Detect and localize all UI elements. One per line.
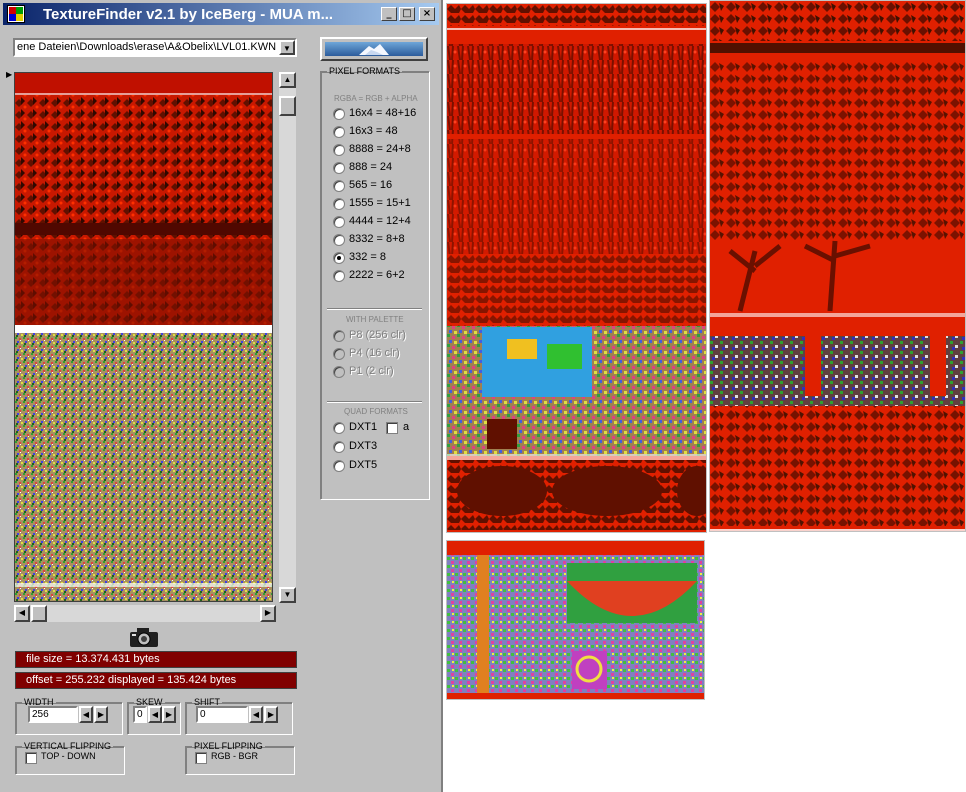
chevron-down-icon[interactable]: ▼ xyxy=(279,40,295,55)
preview-horizontal-scrollbar[interactable]: ◀ ▶ xyxy=(14,605,276,622)
pixel-format-label[interactable]: 4444 = 12+4 xyxy=(349,215,411,227)
pixel-format-label[interactable]: 16x3 = 48 xyxy=(349,125,398,137)
maximize-button[interactable]: □ xyxy=(399,7,415,21)
texture-panel-large[interactable] xyxy=(446,3,707,533)
skew-decrease-icon[interactable]: ◀ xyxy=(148,706,162,723)
window-title: TextureFinder v2.1 by IceBerg - MUA m... xyxy=(43,6,334,23)
close-button[interactable]: × xyxy=(419,7,435,21)
pixel-format-label[interactable]: 16x4 = 48+16 xyxy=(349,107,416,119)
palette-format-radio[interactable] xyxy=(333,348,345,360)
texture-preview[interactable] xyxy=(14,72,273,602)
pixel-format-label[interactable]: 8888 = 24+8 xyxy=(349,143,411,155)
top-down-checkbox[interactable] xyxy=(25,752,37,764)
scroll-up-icon[interactable]: ▲ xyxy=(279,72,296,88)
shift-increase-icon[interactable]: ▶ xyxy=(264,706,278,723)
pixel-format-radio[interactable] xyxy=(333,144,345,156)
quad-format-radio[interactable] xyxy=(333,422,345,434)
palette-format-radio[interactable] xyxy=(333,330,345,342)
pixel-format-radio[interactable] xyxy=(333,198,345,210)
pixel-format-label[interactable]: 888 = 24 xyxy=(349,161,392,173)
quad-format-label[interactable]: DXT3 xyxy=(349,440,377,452)
texture-panel-right[interactable] xyxy=(709,0,966,532)
quad-formats-label: QUAD FORMATS xyxy=(344,407,408,416)
camera-icon[interactable] xyxy=(129,626,159,648)
horizontal-scroll-thumb[interactable] xyxy=(31,605,47,622)
iceberg-logo xyxy=(325,42,423,56)
app-icon[interactable] xyxy=(7,5,25,23)
pixel-formats-legend: PIXEL FORMATS xyxy=(329,66,401,76)
pixel-format-radio[interactable] xyxy=(333,126,345,138)
quad-format-label[interactable]: DXT5 xyxy=(349,459,377,471)
scroll-right-icon[interactable]: ▶ xyxy=(260,605,276,622)
pixel-format-radio[interactable] xyxy=(333,234,345,246)
pixel-format-radio[interactable] xyxy=(333,216,345,228)
vertical-flipping-legend: VERTICAL FLIPPING xyxy=(24,741,112,751)
shift-decrease-icon[interactable]: ◀ xyxy=(249,706,263,723)
file-path-combobox[interactable]: ene Dateien\Downloads\erase\A&Obelix\LVL… xyxy=(13,38,297,57)
pixel-format-label[interactable]: 332 = 8 xyxy=(349,251,386,263)
file-size-display: file size = 13.374.431 bytes xyxy=(15,651,297,668)
rgba-section-label: RGBA = RGB + ALPHA xyxy=(334,94,418,103)
top-down-label: TOP - DOWN xyxy=(41,751,96,761)
pixel-format-label[interactable]: 8332 = 8+8 xyxy=(349,233,405,245)
pixel-format-label[interactable]: 565 = 16 xyxy=(349,179,392,191)
quad-format-radio[interactable] xyxy=(333,460,345,472)
pixel-format-radio[interactable] xyxy=(333,108,345,120)
row-marker-icon: ▶ xyxy=(6,70,13,79)
palette-format-label[interactable]: P4 (16 clr) xyxy=(349,347,400,359)
title-bar[interactable]: TextureFinder v2.1 by IceBerg - MUA m...… xyxy=(3,3,439,25)
skew-increase-icon[interactable]: ▶ xyxy=(162,706,176,723)
rgb-bgr-checkbox[interactable] xyxy=(195,752,207,764)
width-decrease-icon[interactable]: ◀ xyxy=(79,706,93,723)
with-palette-label: WITH PALETTE xyxy=(346,315,404,324)
width-input[interactable]: 256 xyxy=(28,706,78,723)
vertical-scroll-thumb[interactable] xyxy=(279,96,296,116)
pixel-format-radio[interactable] xyxy=(333,162,345,174)
palette-format-label[interactable]: P1 (2 clr) xyxy=(349,365,394,377)
dxt1-alpha-checkbox[interactable] xyxy=(386,422,398,434)
skew-input[interactable]: 0 xyxy=(133,706,147,723)
dxt1-alpha-label: a xyxy=(403,421,410,433)
pixel-format-radio[interactable] xyxy=(333,270,345,282)
texture-panel-small[interactable] xyxy=(446,540,705,700)
pixel-format-label[interactable]: 2222 = 6+2 xyxy=(349,269,405,281)
minimize-button[interactable]: _ xyxy=(381,7,397,21)
pixel-flipping-legend: PIXEL FLIPPING xyxy=(194,741,263,751)
offset-display: offset = 255.232 displayed = 135.424 byt… xyxy=(15,672,297,689)
preview-vertical-scrollbar[interactable]: ▲ ▼ xyxy=(279,72,296,603)
shift-input[interactable]: 0 xyxy=(196,706,248,723)
pixel-format-radio[interactable] xyxy=(333,252,345,264)
pixel-format-label[interactable]: 1555 = 15+1 xyxy=(349,197,411,209)
scroll-left-icon[interactable]: ◀ xyxy=(14,605,30,622)
palette-format-label[interactable]: P8 (256 clr) xyxy=(349,329,406,341)
palette-format-radio[interactable] xyxy=(333,366,345,378)
quad-format-label[interactable]: DXT1 xyxy=(349,421,377,433)
iceberg-logo-button[interactable] xyxy=(320,37,428,61)
width-increase-icon[interactable]: ▶ xyxy=(94,706,108,723)
pixel-format-radio[interactable] xyxy=(333,180,345,192)
rgb-bgr-label: RGB - BGR xyxy=(211,751,259,761)
file-path-text[interactable]: ene Dateien\Downloads\erase\A&Obelix\LVL… xyxy=(17,41,279,53)
scroll-down-icon[interactable]: ▼ xyxy=(279,587,296,603)
quad-format-radio[interactable] xyxy=(333,441,345,453)
